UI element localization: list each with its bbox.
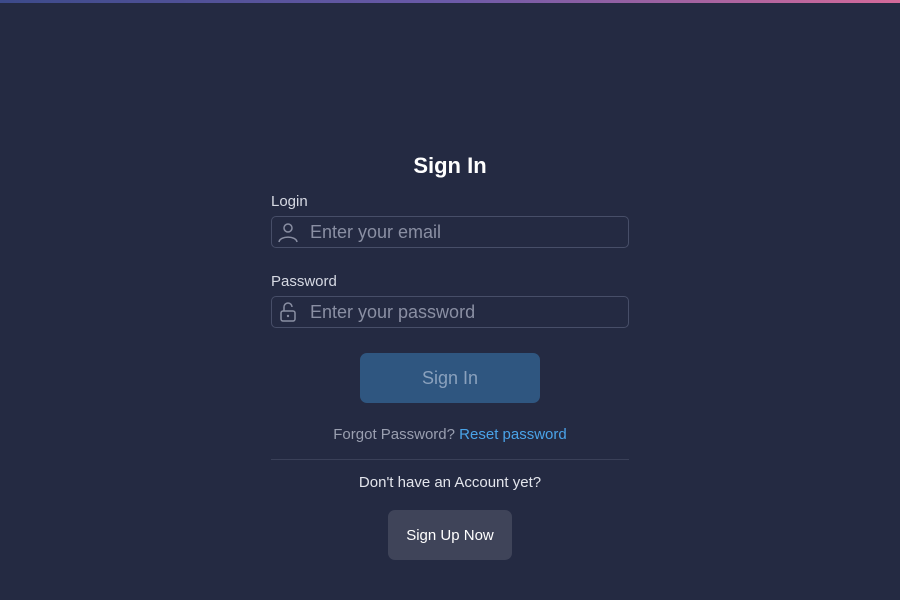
password-label: Password xyxy=(271,273,337,290)
top-accent-bar xyxy=(0,0,900,3)
reset-password-link[interactable]: Reset password xyxy=(459,426,567,443)
login-field[interactable] xyxy=(271,216,629,248)
sign-in-form: Sign In Login Password Sign In Forgot Pa… xyxy=(271,150,629,493)
no-account-text: Don't have an Account yet? xyxy=(358,474,542,491)
divider xyxy=(271,459,629,460)
sign-in-button[interactable]: Sign In xyxy=(360,353,540,403)
email-input[interactable] xyxy=(310,218,628,246)
password-input[interactable] xyxy=(310,298,628,326)
user-icon xyxy=(276,220,300,244)
page-title: Sign In xyxy=(413,153,487,178)
login-label: Login xyxy=(271,193,308,210)
password-field[interactable] xyxy=(271,296,629,328)
sign-up-button[interactable]: Sign Up Now xyxy=(388,510,512,560)
sign-up-container: Sign Up Now xyxy=(388,510,512,560)
forgot-password-row: Forgot Password? Reset password xyxy=(271,425,629,445)
forgot-password-text: Forgot Password? xyxy=(333,426,455,443)
lock-icon xyxy=(276,300,300,324)
